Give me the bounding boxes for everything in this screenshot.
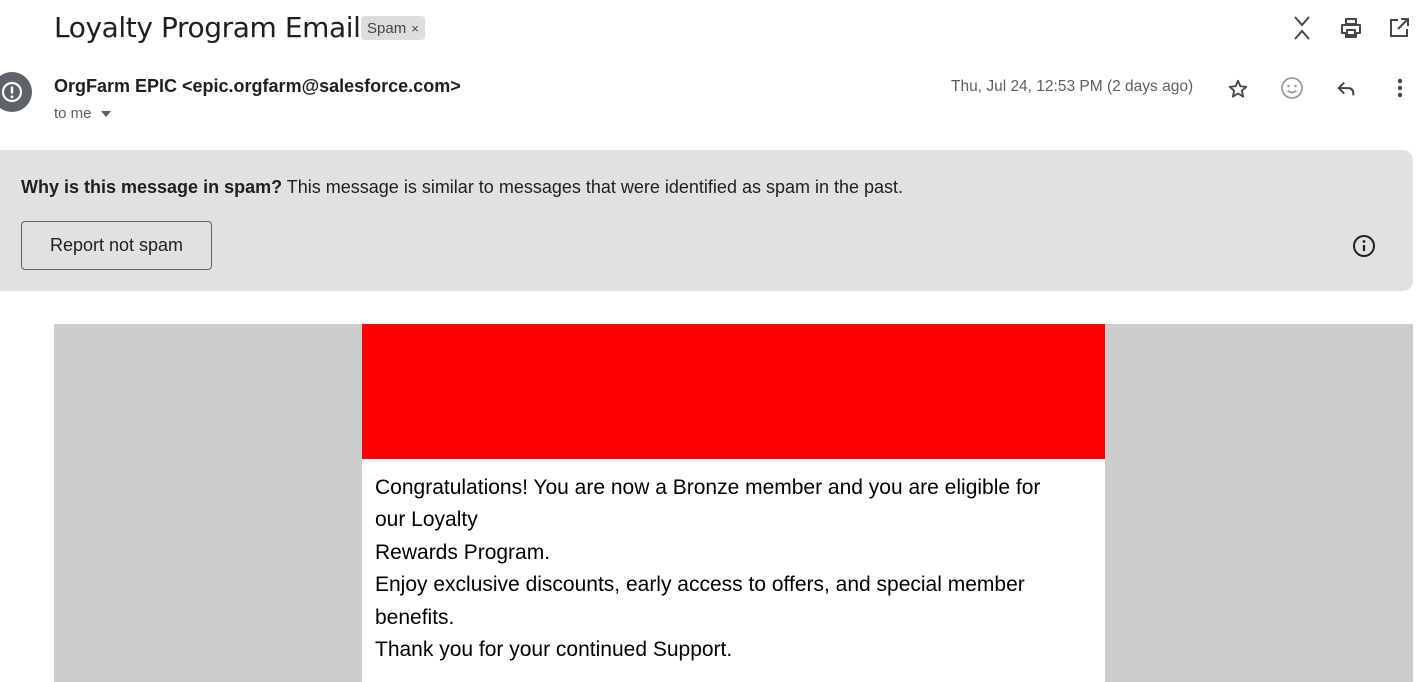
star-icon[interactable] xyxy=(1224,75,1252,103)
message-line: our Loyalty xyxy=(375,508,478,532)
message-line: Rewards Program. xyxy=(375,540,551,564)
spam-reason-question: Why is this message in spam? xyxy=(21,177,283,197)
recipient-text: to me xyxy=(54,105,92,122)
recipient-details-toggle[interactable]: to me xyxy=(54,105,111,122)
reply-icon[interactable] xyxy=(1332,75,1360,103)
spam-label-chip[interactable]: Spam × xyxy=(361,16,425,40)
spam-label-text: Spam xyxy=(367,19,407,37)
chevron-down-icon xyxy=(100,110,111,117)
email-date: Thu, Jul 24, 12:53 PM (2 days ago) xyxy=(951,78,1194,95)
message-line: Enjoy exclusive discounts, early access … xyxy=(375,573,1025,597)
emoji-reaction-icon[interactable] xyxy=(1278,74,1306,102)
warning-avatar-icon xyxy=(0,72,32,112)
remove-label-icon[interactable]: × xyxy=(411,21,419,36)
expand-collapse-icon[interactable] xyxy=(1288,14,1316,42)
email-message-body: Congratulations! You are now a Bronze me… xyxy=(375,472,1095,666)
open-in-new-window-icon[interactable] xyxy=(1385,14,1413,42)
email-subject: Loyalty Program Email xyxy=(54,11,361,44)
email-header-banner xyxy=(362,324,1105,459)
print-icon[interactable] xyxy=(1337,14,1365,42)
message-line: Thank you for your continued Support. xyxy=(375,638,733,662)
report-not-spam-button[interactable]: Report not spam xyxy=(21,221,212,270)
info-icon[interactable] xyxy=(1351,233,1377,259)
spam-reason-text: Why is this message in spam? This messag… xyxy=(21,177,903,198)
sender-name[interactable]: OrgFarm EPIC <epic.orgfarm@salesforce.co… xyxy=(54,76,461,97)
spam-warning-banner xyxy=(0,150,1413,291)
spam-reason-explanation: This message is similar to messages that… xyxy=(282,177,904,197)
message-line: benefits. xyxy=(375,605,455,629)
more-options-icon[interactable] xyxy=(1386,74,1414,102)
message-line: Congratulations! You are now a Bronze me… xyxy=(375,476,1041,499)
